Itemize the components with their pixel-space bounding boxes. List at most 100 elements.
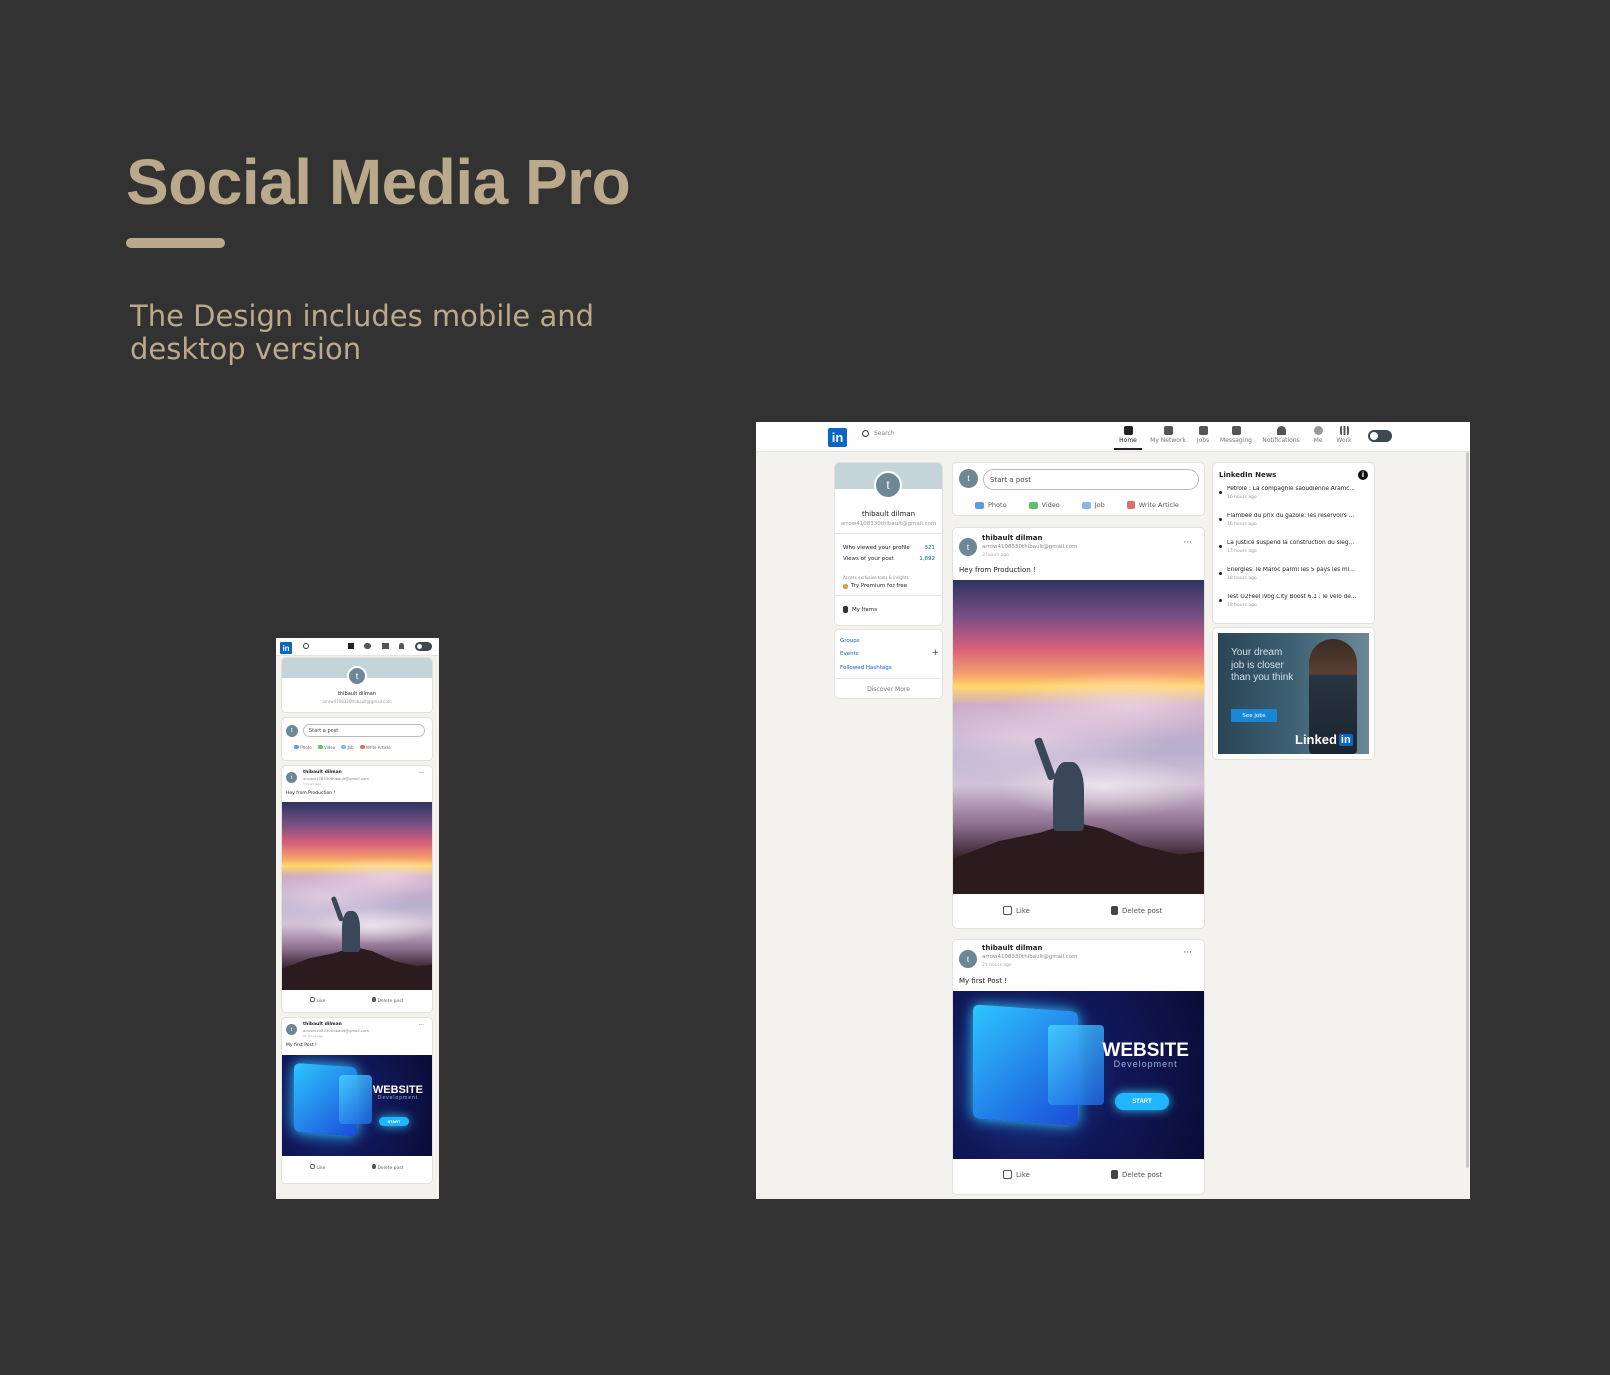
- nav-me[interactable]: Me: [1306, 426, 1330, 444]
- post-author[interactable]: thibault dilman: [982, 534, 1042, 542]
- news-time: 16 hours ago: [1227, 495, 1257, 500]
- viewed-value: 321: [924, 545, 936, 551]
- share-box: t Start a post Photo Video Job Write Art…: [953, 463, 1204, 515]
- profile-views-row[interactable]: Who viewed your profile 321: [843, 545, 935, 551]
- news-headline: Pétrole : La compagnie saoudienne Aramc.…: [1227, 486, 1356, 492]
- write-article-button[interactable]: Write Article: [1126, 501, 1179, 509]
- photo-button[interactable]: Photo: [294, 745, 312, 750]
- logo-icon[interactable]: in: [828, 428, 847, 447]
- image-subtitle: Development: [377, 1095, 419, 1102]
- trash-icon: [372, 997, 376, 1002]
- news-item[interactable]: Test O2Feel iVog City Boost 6.1 : le vél…: [1219, 594, 1368, 621]
- home-icon: [1123, 426, 1133, 435]
- post-author[interactable]: thibault dilman: [303, 1022, 342, 1027]
- nav-notifications[interactable]: Notifications: [1258, 426, 1304, 444]
- video-button[interactable]: Video: [317, 745, 335, 750]
- avatar-initial: t: [291, 728, 293, 734]
- nav-jobs[interactable]: Jobs: [1190, 426, 1216, 444]
- delete-post-button[interactable]: Delete post: [1111, 1170, 1162, 1179]
- nav-messaging[interactable]: Messaging: [1216, 426, 1256, 444]
- groups-link[interactable]: Groups: [840, 638, 860, 644]
- post-author[interactable]: thibault dilman: [982, 944, 1042, 952]
- video-button[interactable]: Video: [1028, 501, 1060, 509]
- ad-brand-text: Linked: [1295, 732, 1337, 747]
- avatar[interactable]: t: [347, 666, 367, 686]
- nav-work[interactable]: Work: [1332, 426, 1356, 444]
- like-button[interactable]: Like: [1003, 1170, 1030, 1179]
- like-button[interactable]: Like: [310, 1164, 325, 1171]
- news-item[interactable]: La justice suspend la construction du si…: [1219, 540, 1368, 567]
- post-time: 21 hours ago: [303, 1034, 323, 1038]
- scrollbar[interactable]: [1466, 452, 1469, 1168]
- post-text: Hey from Production !: [959, 566, 1036, 574]
- add-event-icon[interactable]: +: [931, 648, 939, 658]
- premium-link[interactable]: Try Premium for free: [843, 583, 907, 589]
- more-icon[interactable]: ···: [418, 770, 424, 777]
- see-jobs-button[interactable]: See jobs: [1231, 709, 1277, 722]
- bullet-icon: [1219, 518, 1222, 521]
- discover-more-button[interactable]: Discover More: [835, 686, 942, 693]
- avatar: t: [959, 469, 978, 488]
- more-icon[interactable]: ···: [1183, 948, 1192, 958]
- search-bar[interactable]: Search: [862, 430, 895, 437]
- start-post-input[interactable]: Start a post: [983, 469, 1199, 490]
- network-icon: [1163, 426, 1173, 435]
- news-list: Pétrole : La compagnie saoudienne Aramc.…: [1219, 486, 1368, 621]
- profile-email: arrow4108330thibault@gmail.com: [322, 699, 392, 704]
- search-input[interactable]: Search: [874, 430, 895, 437]
- post-author[interactable]: thibault dilman: [303, 770, 342, 775]
- my-items-link[interactable]: My Items: [843, 606, 877, 613]
- news-item[interactable]: Flambée du prix du gazole: les réservoir…: [1219, 513, 1368, 540]
- info-icon[interactable]: i: [1358, 470, 1368, 480]
- premium-note: Access exclusive tools & insights: [843, 575, 909, 580]
- trash-icon: [372, 1164, 376, 1169]
- followed-hashtags-link[interactable]: Followed Hashtags: [840, 665, 892, 671]
- start-post-input[interactable]: Start a post: [303, 724, 425, 737]
- job-button[interactable]: Job: [1081, 501, 1105, 509]
- search-icon: [862, 430, 869, 437]
- home-icon[interactable]: [348, 643, 354, 649]
- news-item[interactable]: Énergies: le Maroc parmi les 5 pays les …: [1219, 567, 1368, 594]
- delete-post-button[interactable]: Delete post: [372, 1164, 403, 1171]
- video-icon: [1028, 501, 1038, 509]
- post-time: 3 hours ago: [303, 782, 321, 786]
- delete-post-button[interactable]: Delete post: [1111, 906, 1162, 915]
- ad-card[interactable]: Your dream job is closer than you think …: [1213, 628, 1374, 759]
- nav-home[interactable]: Home: [1111, 426, 1145, 450]
- delete-post-button[interactable]: Delete post: [372, 997, 403, 1004]
- like-button[interactable]: Like: [310, 997, 325, 1004]
- bullet-icon: [1219, 491, 1222, 494]
- news-item[interactable]: Pétrole : La compagnie saoudienne Aramc.…: [1219, 486, 1368, 513]
- job-button[interactable]: Job: [341, 745, 354, 750]
- avatar[interactable]: t: [874, 471, 902, 499]
- grid-icon: [1339, 426, 1349, 435]
- theme-toggle[interactable]: [1368, 430, 1392, 442]
- thumbs-up-icon: [1003, 1170, 1012, 1179]
- search-icon[interactable]: [303, 643, 309, 649]
- theme-toggle[interactable]: [415, 642, 432, 651]
- photo-button[interactable]: Photo: [975, 501, 1007, 509]
- post-views-row[interactable]: Views of your post 1,892: [843, 556, 935, 562]
- logo-icon[interactable]: in: [280, 642, 292, 654]
- bell-icon[interactable]: [399, 643, 404, 649]
- more-icon[interactable]: ···: [1183, 538, 1192, 548]
- community-card: Groups Events + Followed Hashtags Discov…: [835, 630, 942, 698]
- message-icon: [1231, 426, 1241, 435]
- profile-name[interactable]: thibault dilman: [835, 510, 942, 518]
- message-icon[interactable]: [382, 643, 389, 649]
- user-icon: [1313, 426, 1323, 435]
- ad-image: Your dream job is closer than you think …: [1218, 633, 1369, 754]
- news-time: 19 hours ago: [1227, 603, 1257, 608]
- trash-icon: [1111, 1170, 1118, 1179]
- like-button[interactable]: Like: [1003, 906, 1030, 915]
- network-icon[interactable]: [364, 643, 371, 649]
- news-headline: Test O2Feel iVog City Boost 6.1 : le vél…: [1227, 594, 1357, 600]
- events-link[interactable]: Events: [840, 651, 859, 657]
- hero-divider: [126, 238, 225, 248]
- write-article-button[interactable]: Write Article: [359, 745, 391, 750]
- desktop-frame: in Search Home My Network Jobs Messaging…: [756, 422, 1470, 1199]
- nav-my-network[interactable]: My Network: [1146, 426, 1190, 444]
- profile-name[interactable]: thibault dilman: [282, 691, 432, 697]
- more-icon[interactable]: ···: [418, 1022, 424, 1029]
- avatar: t: [959, 950, 977, 968]
